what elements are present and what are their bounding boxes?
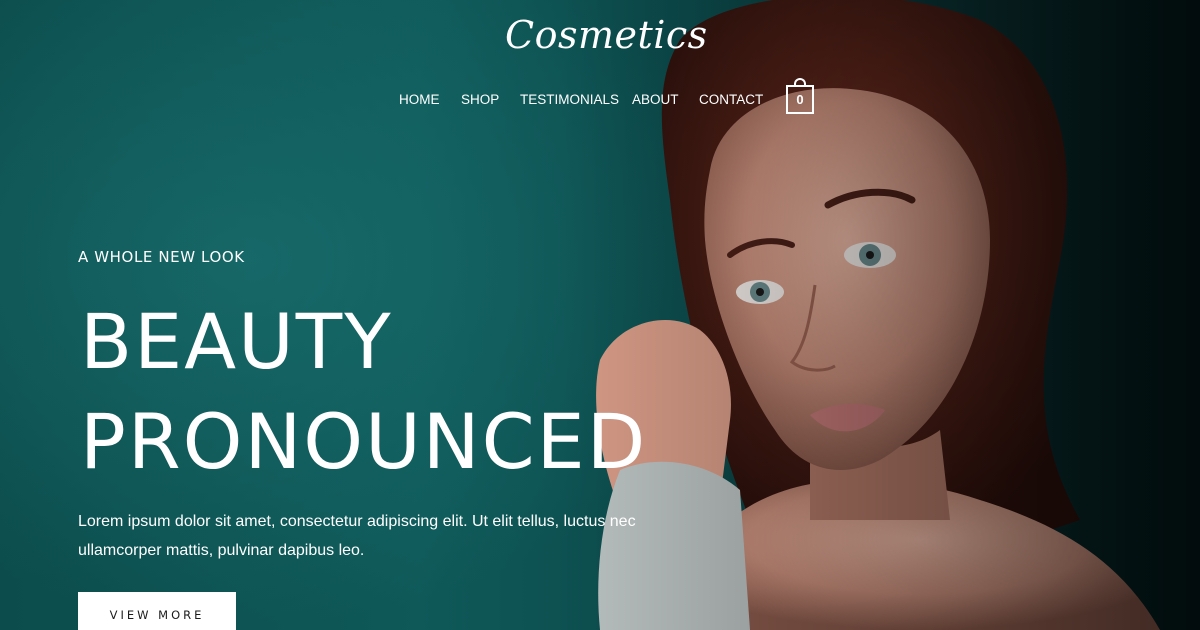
nav-link-testimonials[interactable]: TESTIMONIALS	[520, 88, 619, 112]
main-navigation: HOME SHOP TESTIMONIALS ABOUT CONTACT	[0, 88, 1200, 112]
nav-link-shop[interactable]: SHOP	[461, 88, 499, 112]
brand-logo[interactable]: Cosmetics	[505, 12, 707, 58]
hero-section: Cosmetics HOME SHOP TESTIMONIALS ABOUT C…	[0, 0, 1200, 630]
nav-link-home[interactable]: HOME	[399, 88, 440, 112]
hero-headline-line-2: PRONOUNCED	[80, 397, 648, 486]
nav-link-about[interactable]: ABOUT	[632, 88, 679, 112]
cart-count: 0	[796, 92, 804, 107]
hero-headline-line-1: BEAUTY	[80, 297, 393, 386]
shopping-bag-handle	[794, 78, 806, 87]
view-more-button[interactable]: VIEW MORE	[78, 592, 236, 630]
hero-eyebrow: A WHOLE NEW LOOK	[78, 248, 245, 266]
nav-link-contact[interactable]: CONTACT	[699, 88, 763, 112]
hero-body-text: Lorem ipsum dolor sit amet, consectetur …	[78, 513, 636, 559]
shopping-bag-icon[interactable]: 0	[786, 78, 814, 114]
